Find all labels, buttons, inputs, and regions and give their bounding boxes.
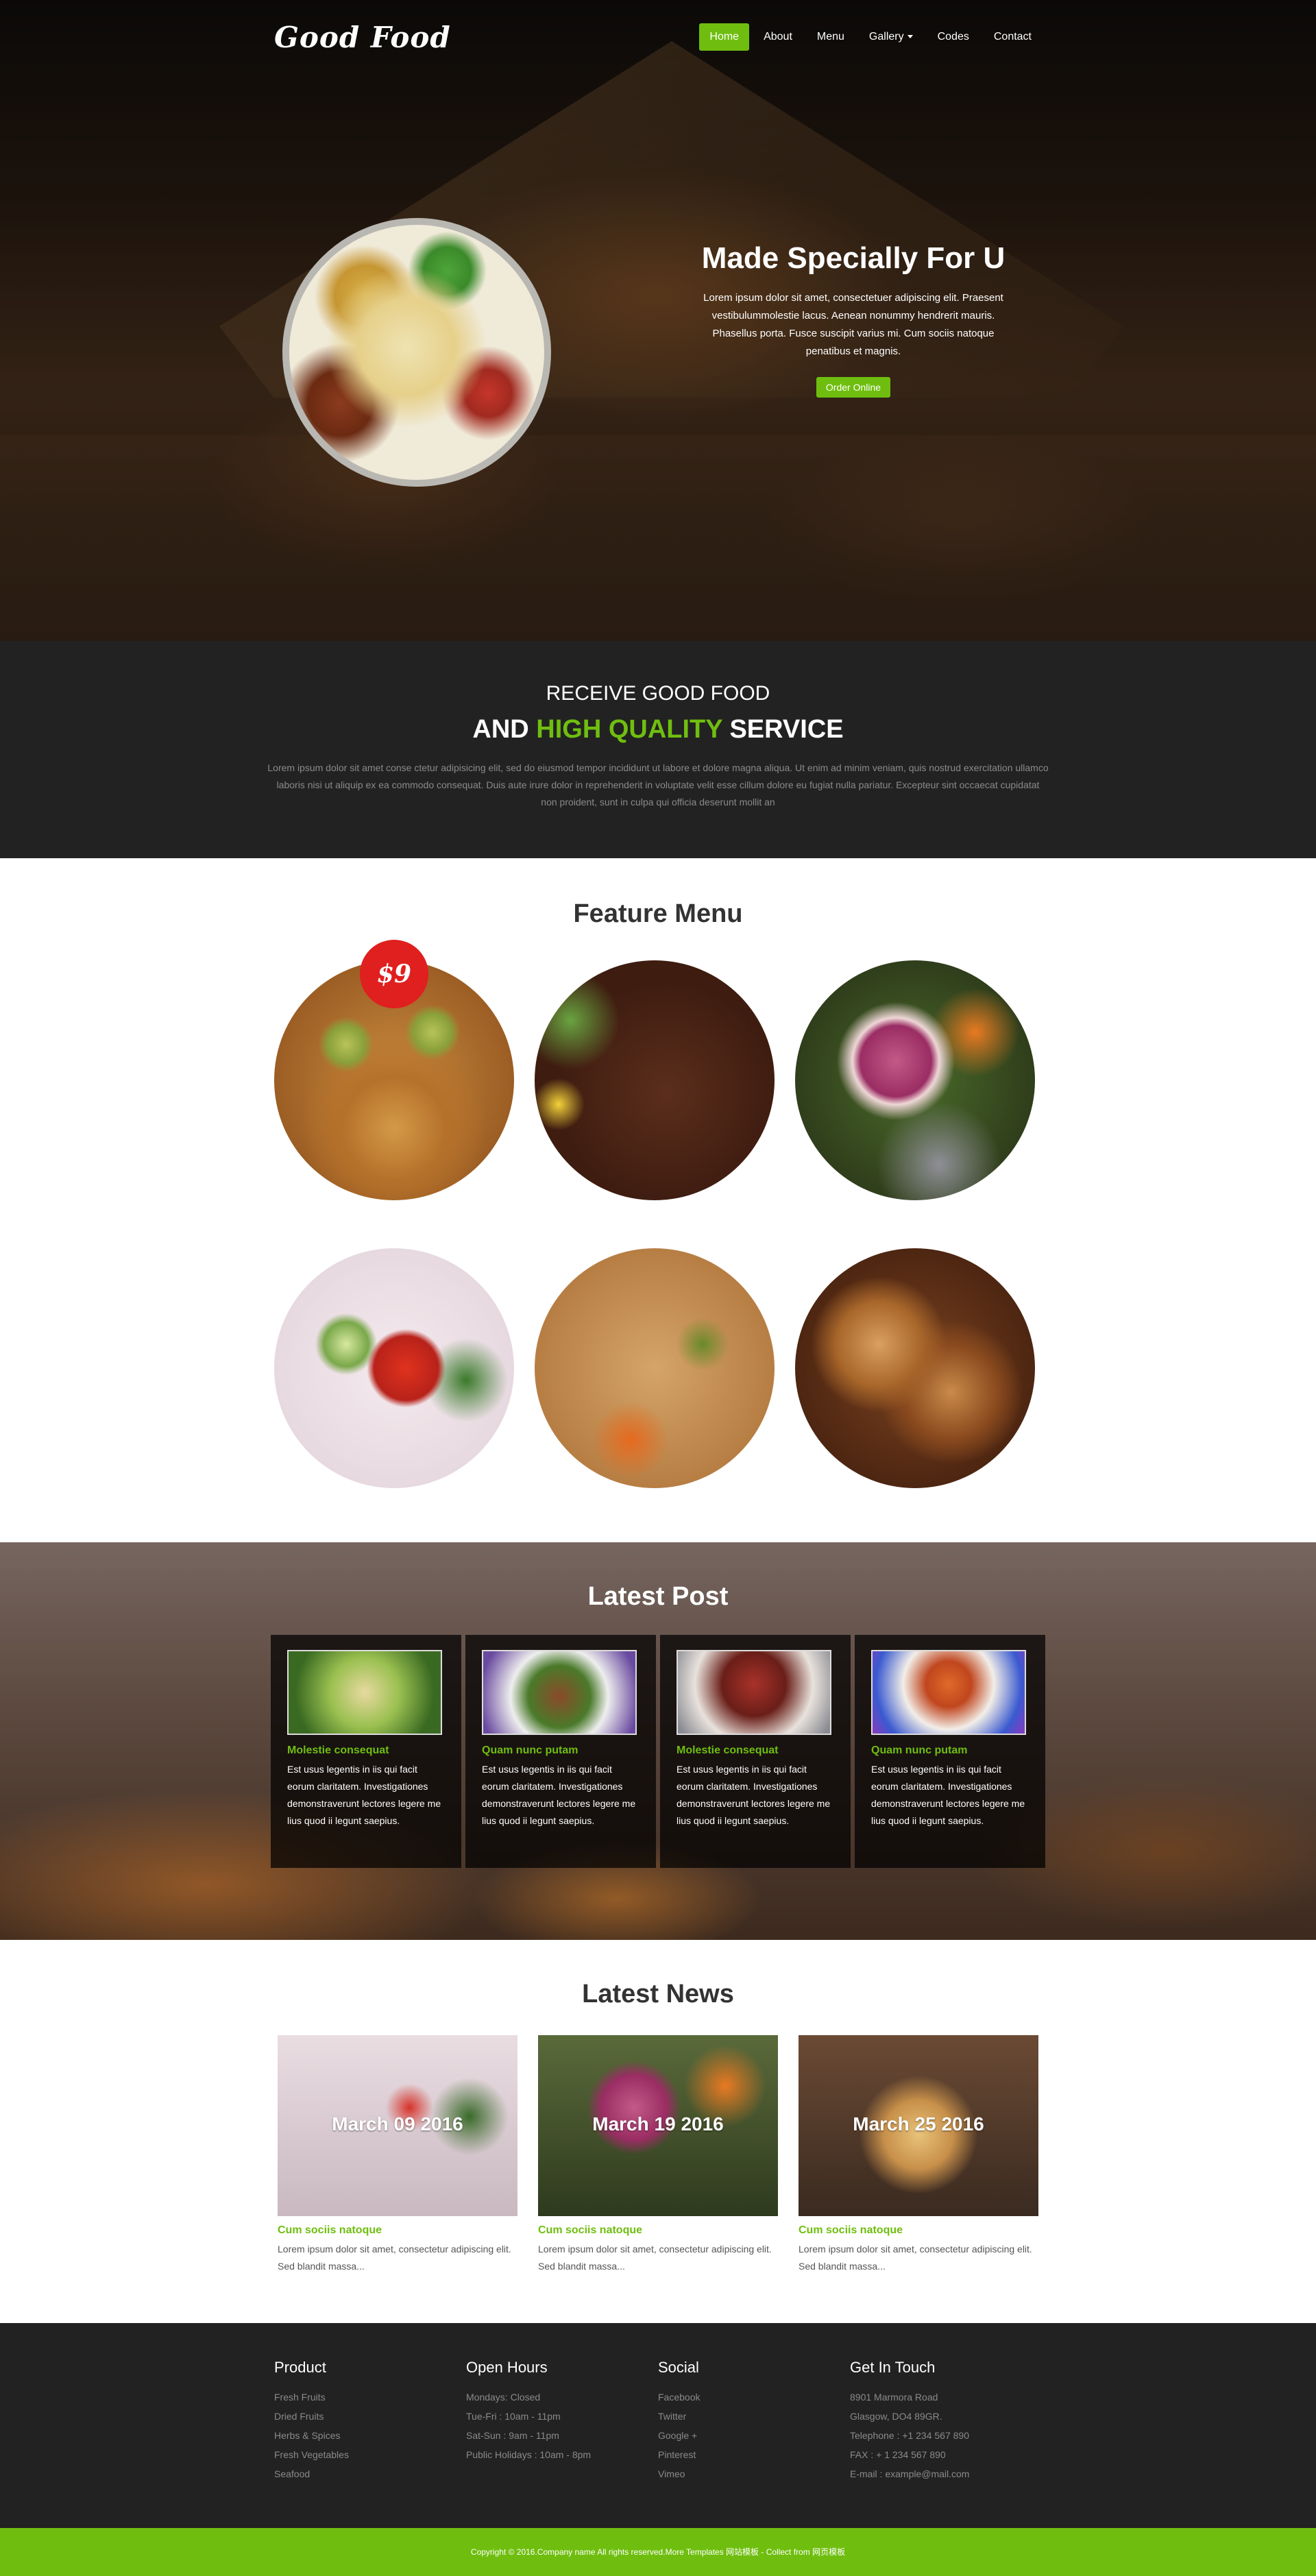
footer-link[interactable]: Google + [658,2426,850,2445]
footer-text: 8901 Marmora Road [850,2392,938,2403]
feature-menu-grid: $9 [274,940,1042,1577]
footer-link[interactable]: Facebook [658,2387,850,2407]
news-card[interactable]: March 19 2016 Cum sociis natoque Lorem i… [538,2035,778,2275]
footer-link[interactable]: Seafood [274,2464,466,2483]
news-list: March 09 2016 Cum sociis natoque Lorem i… [278,2035,1038,2275]
nav-about[interactable]: About [753,23,803,51]
footer-link[interactable]: Dried Fruits [274,2407,466,2426]
news-title[interactable]: Cum sociis natoque [799,2224,1038,2237]
menu-item-meat-platter-image[interactable] [795,960,1035,1200]
footer-link[interactable]: Vimeo [658,2464,850,2483]
hero-description: Lorem ipsum dolor sit amet, consectetuer… [703,292,1003,357]
hero-noodle-plate-image [282,218,551,487]
footer-heading: Get In Touch [850,2359,936,2376]
nav-codes[interactable]: Codes [927,23,979,51]
quality-highlight: HIGH QUALITY [536,715,722,744]
footer-social: Social Facebook Twitter Google + Pintere… [658,2359,850,2483]
footer-contact: Get In Touch 8901 Marmora Road Glasgow, … [850,2359,1042,2483]
menu-item-cucumber-tomato-salad-image[interactable] [274,1248,514,1488]
post-card[interactable]: Molestie consequat Est usus legentis in … [660,1635,851,1868]
post-title[interactable]: Molestie consequat [287,1745,445,1757]
post-image-bbq-plate[interactable] [677,1650,831,1735]
latest-post-section: Latest Post Molestie consequat Est usus … [0,1542,1316,1940]
post-image-stir-fry[interactable] [482,1650,637,1735]
footer: Product Fresh Fruits Dried Fruits Herbs … [0,2323,1316,2528]
post-image-seafood-tower[interactable] [871,1650,1026,1735]
footer-link[interactable]: Fresh Fruits [274,2387,466,2407]
news-text: Lorem ipsum dolor sit amet, consectetur … [799,2244,1032,2272]
menu-item-sliced-chicken-image[interactable] [795,1248,1035,1488]
news-text: Lorem ipsum dolor sit amet, consectetur … [538,2244,772,2272]
news-image-salad[interactable]: March 09 2016 [278,2035,517,2216]
footer-link[interactable]: Herbs & Spices [274,2426,466,2445]
nav-home[interactable]: Home [699,23,750,51]
feature-menu-section: Feature Menu $9 [0,858,1316,1542]
menu-item-fried-rice-image[interactable] [535,1248,775,1488]
caret-down-icon [907,35,913,39]
footer-text: Public Holidays : 10am - 8pm [466,2449,592,2460]
footer-text: FAX : + 1 234 567 890 [850,2449,946,2460]
post-text: Est usus legentis in iis qui facit eorum… [287,1764,441,1826]
latest-post-title: Latest Post [587,1582,729,1611]
footer-text: Sat-Sun : 9am - 11pm [466,2430,559,2441]
news-card[interactable]: March 09 2016 Cum sociis natoque Lorem i… [278,2035,517,2275]
news-title[interactable]: Cum sociis natoque [278,2224,517,2237]
footer-text[interactable]: E-mail : example@mail.com [850,2464,1042,2483]
copyright-bar: Copyright © 2016.Company name All rights… [0,2528,1316,2576]
news-text: Lorem ipsum dolor sit amet, consectetur … [278,2244,511,2272]
main-nav: Home About Menu Gallery Codes Contact [695,23,1042,51]
post-text: Est usus legentis in iis qui facit eorum… [871,1764,1025,1826]
post-list: Molestie consequat Est usus legentis in … [271,1635,1045,1868]
news-date: March 25 2016 [853,2113,984,2135]
footer-link[interactable]: Fresh Vegetables [274,2445,466,2464]
price-badge: $9 [360,940,428,1008]
footer-heading: Open Hours [466,2359,548,2376]
latest-news-title: Latest News [582,1980,734,2008]
order-online-button[interactable]: Order Online [816,377,891,398]
news-title[interactable]: Cum sociis natoque [538,2224,778,2237]
footer-text: Telephone : +1 234 567 890 [850,2430,969,2441]
news-date: March 09 2016 [332,2113,463,2135]
receive-text: Lorem ipsum dolor sit amet conse ctetur … [267,762,1049,807]
hero-section: Good Food Home About Menu Gallery Codes … [0,0,1316,641]
post-title[interactable]: Quam nunc putam [871,1745,1029,1757]
footer-hours: Open Hours Mondays: Closed Tue-Fri : 10a… [466,2359,658,2483]
hero-text: Made Specially For U Lorem ipsum dolor s… [699,241,1008,398]
nav-gallery[interactable]: Gallery [859,23,923,51]
receive-heading: RECEIVE GOOD FOOD [546,682,770,705]
nav-menu[interactable]: Menu [807,23,855,51]
post-title[interactable]: Quam nunc putam [482,1745,639,1757]
footer-link[interactable]: Pinterest [658,2445,850,2464]
footer-product: Product Fresh Fruits Dried Fruits Herbs … [274,2359,466,2483]
footer-text: Mondays: Closed [466,2392,541,2403]
footer-text: Glasgow, DO4 89GR. [850,2411,942,2422]
post-text: Est usus legentis in iis qui facit eorum… [677,1764,831,1826]
post-card[interactable]: Molestie consequat Est usus legentis in … [271,1635,461,1868]
post-text: Est usus legentis in iis qui facit eorum… [482,1764,636,1826]
post-title[interactable]: Molestie consequat [677,1745,834,1757]
footer-heading: Social [658,2359,699,2376]
footer-link[interactable]: Twitter [658,2407,850,2426]
post-image-salad[interactable] [287,1650,442,1735]
latest-news-section: Latest News March 09 2016 Cum sociis nat… [0,1940,1316,2323]
footer-text: Tue-Fri : 10am - 11pm [466,2411,561,2422]
news-date: March 19 2016 [592,2113,724,2135]
news-image-pasta-dish[interactable]: March 25 2016 [799,2035,1038,2216]
footer-heading: Product [274,2359,326,2376]
post-card[interactable]: Quam nunc putam Est usus legentis in iis… [465,1635,656,1868]
site-logo[interactable]: Good Food [274,21,451,54]
post-card[interactable]: Quam nunc putam Est usus legentis in iis… [855,1635,1045,1868]
navbar: Good Food Home About Menu Gallery Codes … [0,0,1316,77]
news-card[interactable]: March 25 2016 Cum sociis natoque Lorem i… [799,2035,1038,2275]
news-image-meat-platter[interactable]: March 19 2016 [538,2035,778,2216]
receive-section: RECEIVE GOOD FOOD AND HIGH QUALITY SERVI… [0,641,1316,858]
quality-heading: AND HIGH QUALITY SERVICE [472,715,844,744]
nav-contact[interactable]: Contact [984,23,1042,51]
nav-gallery-label: Gallery [868,31,904,42]
menu-item-grilled-meat-image[interactable] [535,960,775,1200]
feature-menu-title: Feature Menu [573,899,743,928]
hero-title: Made Specially For U [701,241,1006,275]
